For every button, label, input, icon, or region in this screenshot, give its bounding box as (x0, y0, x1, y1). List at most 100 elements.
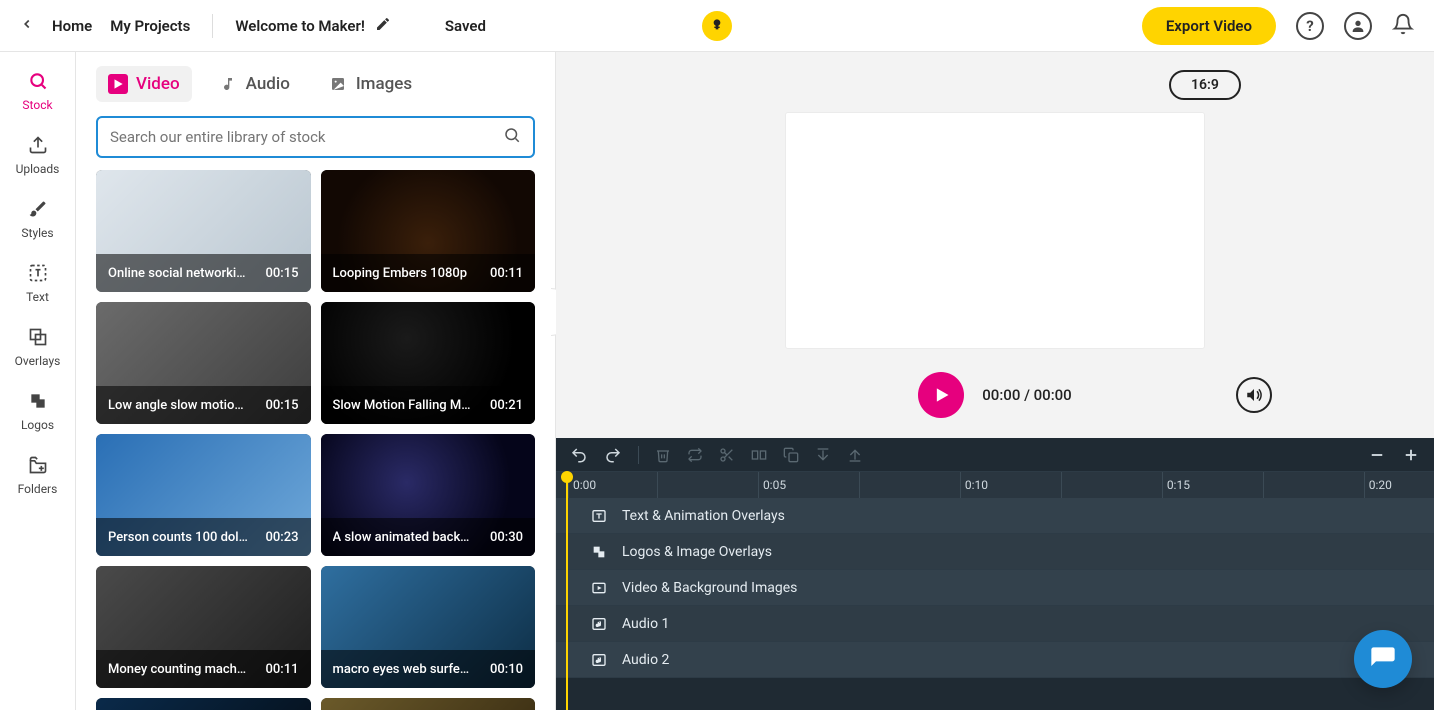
logos-track-icon (590, 543, 608, 561)
home-link[interactable]: Home (52, 17, 92, 35)
layer-up-icon (847, 447, 863, 463)
rail-label: Text (26, 290, 49, 304)
tab-audio[interactable]: Audio (206, 66, 302, 102)
chat-bubble[interactable] (1354, 630, 1412, 688)
help-icon[interactable]: ? (1296, 12, 1324, 40)
layer-down-icon (815, 447, 831, 463)
track-label: Audio 2 (622, 652, 669, 668)
stock-clip[interactable]: Person counts 100 dollar…00:23 (96, 434, 311, 556)
stock-clip[interactable]: macro eyes web surfer a… 00:10 (321, 566, 536, 688)
zoom-out-icon[interactable] (1368, 446, 1386, 464)
account-icon[interactable] (1344, 12, 1372, 40)
rail-stock[interactable]: Stock (0, 70, 75, 112)
clip-duration: 00:15 (266, 266, 299, 281)
undo-icon[interactable] (570, 446, 588, 464)
image-icon (328, 74, 348, 94)
project-title: Welcome to Maker! (235, 16, 391, 36)
cut-icon (719, 447, 735, 463)
overlays-icon (27, 326, 49, 348)
audio-track-icon (590, 651, 608, 669)
play-button[interactable] (918, 372, 964, 418)
playhead[interactable] (566, 472, 568, 498)
rail-overlays[interactable]: Overlays (0, 326, 75, 368)
clip-title: Low angle slow motion s… (108, 398, 248, 413)
player-controls: 00:00 / 00:00 (556, 372, 1434, 418)
text-track-icon (590, 507, 608, 525)
my-projects-link[interactable]: My Projects (110, 17, 190, 35)
header-right: Export Video ? (1142, 7, 1414, 45)
ruler-tick: 0:10 (960, 472, 988, 498)
clip-title: Person counts 100 dollar… (108, 530, 248, 545)
clip-duration: 00:11 (490, 266, 523, 281)
playhead-line[interactable] (566, 498, 568, 710)
stock-clip[interactable]: Looping Embers 1080p00:11 (321, 170, 536, 292)
search-field[interactable] (96, 116, 535, 158)
upload-icon (27, 134, 49, 156)
search-icon[interactable] (503, 126, 521, 148)
timeline-ruler[interactable]: 0:00 0:05 0:10 0:15 0:20 (556, 472, 1434, 498)
stock-grid[interactable]: Online social networking …00:15 Looping … (96, 170, 535, 710)
rail-label: Logos (21, 418, 54, 432)
export-button[interactable]: Export Video (1142, 7, 1276, 45)
track-video-bg[interactable]: Video & Background Images (556, 570, 1434, 606)
stock-clip[interactable]: A slow animated backgr…00:30 (321, 434, 536, 556)
edit-title-icon[interactable] (375, 16, 391, 36)
track-label: Logos & Image Overlays (622, 544, 772, 560)
volume-button[interactable] (1236, 377, 1272, 413)
stock-clip[interactable] (96, 698, 311, 710)
ruler-tick: 0:05 (758, 472, 786, 498)
clip-duration: 00:11 (266, 662, 299, 677)
notifications-icon[interactable] (1392, 13, 1414, 39)
rail-uploads[interactable]: Uploads (0, 134, 75, 176)
copy-icon (783, 447, 799, 463)
ruler-minor-tick (1061, 472, 1066, 498)
rail-label: Uploads (16, 162, 60, 176)
track-logos-overlays[interactable]: Logos & Image Overlays (556, 534, 1434, 570)
track-text-overlays[interactable]: Text & Animation Overlays (556, 498, 1434, 534)
rail-text[interactable]: Text (0, 262, 75, 304)
stock-clip[interactable]: Online social networking …00:15 (96, 170, 311, 292)
clip-title: macro eyes web surfer a… (333, 662, 473, 677)
stock-clip[interactable]: Slow Motion Falling Money00:21 (321, 302, 536, 424)
preview-canvas[interactable] (786, 113, 1204, 348)
toolbar-separator (638, 446, 639, 464)
tab-images[interactable]: Images (316, 66, 424, 102)
tab-label: Audio (246, 74, 290, 94)
tab-label: Images (356, 74, 412, 94)
aspect-ratio-badge[interactable]: 16:9 (1169, 70, 1241, 100)
tab-video[interactable]: Video (96, 66, 192, 102)
ruler-minor-tick (859, 472, 864, 498)
clip-duration: 00:21 (490, 398, 523, 413)
left-rail: Stock Uploads Styles Text Overlays Logos… (0, 52, 76, 710)
clip-duration: 00:30 (490, 530, 523, 545)
rail-folders[interactable]: Folders (0, 454, 75, 496)
back-icon[interactable] (20, 16, 34, 35)
stock-clip[interactable] (321, 698, 536, 710)
track-audio-2[interactable]: Audio 2 (556, 642, 1434, 678)
rail-styles[interactable]: Styles (0, 198, 75, 240)
stock-panel: Video Audio Images Online social network… (76, 52, 556, 710)
stock-clip[interactable]: Money counting machine…00:11 (96, 566, 311, 688)
rail-label: Folders (18, 482, 58, 496)
rail-label: Styles (21, 226, 53, 240)
header-left: Home My Projects Welcome to Maker! Saved (20, 14, 486, 38)
stock-clip[interactable]: Low angle slow motion s…00:15 (96, 302, 311, 424)
app-logo[interactable] (702, 11, 732, 41)
app-body: Stock Uploads Styles Text Overlays Logos… (0, 52, 1434, 710)
ruler-minor-tick (1263, 472, 1268, 498)
split-icon (751, 447, 767, 463)
redo-icon[interactable] (604, 446, 622, 464)
rail-logos[interactable]: Logos (0, 390, 75, 432)
project-title-text: Welcome to Maker! (235, 17, 365, 35)
clip-duration: 00:10 (490, 662, 523, 677)
ruler-minor-tick (657, 472, 662, 498)
audio-icon (218, 74, 238, 94)
brush-icon (27, 198, 49, 220)
delete-icon (655, 447, 671, 463)
track-audio-1[interactable]: Audio 1 (556, 606, 1434, 642)
track-label: Text & Animation Overlays (622, 508, 785, 524)
video-track-icon (590, 579, 608, 597)
zoom-in-icon[interactable] (1402, 446, 1420, 464)
timeline-toolbar (556, 438, 1434, 472)
search-input[interactable] (110, 128, 503, 146)
